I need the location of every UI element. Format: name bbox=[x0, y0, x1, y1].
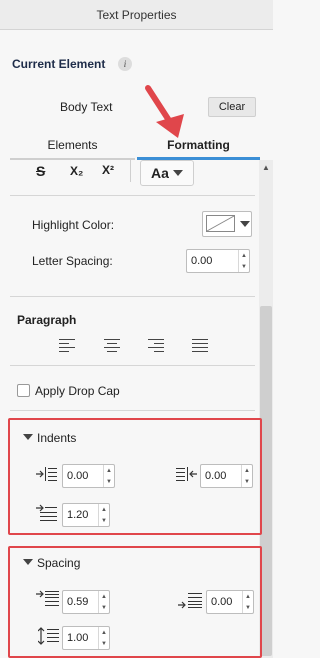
collapse-triangle-icon[interactable] bbox=[23, 434, 33, 440]
right-indent-stepper[interactable]: 0.00 ▲ ▼ bbox=[200, 464, 253, 488]
highlight-label: Highlight Color: bbox=[32, 218, 115, 232]
divider bbox=[10, 296, 255, 297]
panel-title: Text Properties bbox=[0, 0, 273, 30]
line-spacing-value[interactable]: 1.00 bbox=[63, 627, 98, 649]
text-case-icon: Aa bbox=[151, 165, 169, 181]
decrement-icon[interactable]: ▼ bbox=[99, 602, 109, 613]
space-before-value[interactable]: 0.59 bbox=[63, 591, 98, 613]
highlight-color-picker[interactable] bbox=[202, 211, 252, 237]
element-name: Body Text bbox=[60, 100, 113, 114]
first-line-indent-value[interactable]: 1.20 bbox=[63, 504, 98, 526]
increment-icon[interactable]: ▲ bbox=[99, 591, 109, 602]
space-after-stepper[interactable]: 0.00 ▲ ▼ bbox=[206, 590, 254, 614]
tab-underline bbox=[10, 158, 135, 160]
tab-formatting[interactable]: Formatting bbox=[137, 134, 260, 156]
decrement-icon[interactable]: ▼ bbox=[99, 515, 109, 526]
letter-spacing-stepper[interactable]: 0.00 ▲ ▼ bbox=[186, 249, 250, 273]
decrement-icon[interactable]: ▼ bbox=[243, 602, 253, 613]
increment-icon[interactable]: ▲ bbox=[239, 250, 249, 261]
toolbar-divider bbox=[130, 160, 131, 182]
space-after-value[interactable]: 0.00 bbox=[207, 591, 242, 613]
space-before-stepper[interactable]: 0.59 ▲ ▼ bbox=[62, 590, 110, 614]
first-line-indent-icon bbox=[36, 504, 57, 521]
increment-icon[interactable]: ▲ bbox=[99, 504, 109, 515]
increment-icon[interactable]: ▲ bbox=[242, 465, 252, 476]
first-line-indent-stepper[interactable]: 1.20 ▲ ▼ bbox=[62, 503, 110, 527]
chevron-down-icon bbox=[240, 221, 250, 227]
collapse-triangle-icon[interactable] bbox=[23, 559, 33, 565]
chevron-down-icon bbox=[172, 170, 183, 176]
no-color-swatch-icon bbox=[206, 215, 235, 232]
increment-icon[interactable]: ▲ bbox=[99, 627, 109, 638]
indents-heading: Indents bbox=[37, 431, 77, 445]
paragraph-heading: Paragraph bbox=[17, 313, 77, 327]
clear-button[interactable]: Clear bbox=[208, 97, 256, 117]
text-case-dropdown[interactable]: Aa bbox=[140, 160, 194, 186]
annotation-arrow-icon bbox=[145, 85, 184, 138]
spacing-heading: Spacing bbox=[37, 556, 81, 570]
strikethrough-icon[interactable]: S bbox=[36, 163, 45, 179]
scroll-up-icon[interactable]: ▲ bbox=[262, 163, 270, 172]
align-right-icon[interactable] bbox=[148, 338, 164, 352]
divider bbox=[10, 195, 255, 196]
tab-elements[interactable]: Elements bbox=[10, 134, 135, 156]
decrement-icon[interactable]: ▼ bbox=[104, 476, 114, 487]
space-before-icon bbox=[36, 590, 59, 606]
decrement-icon[interactable]: ▼ bbox=[239, 261, 249, 272]
drop-cap-checkbox[interactable] bbox=[17, 384, 30, 397]
align-justify-icon[interactable] bbox=[192, 338, 208, 352]
decrement-icon[interactable]: ▼ bbox=[242, 476, 252, 487]
divider bbox=[10, 365, 255, 366]
align-center-icon[interactable] bbox=[104, 338, 120, 352]
left-indent-value[interactable]: 0.00 bbox=[63, 465, 103, 487]
left-indent-stepper[interactable]: 0.00 ▲ ▼ bbox=[62, 464, 115, 488]
space-after-icon bbox=[178, 593, 202, 609]
align-left-icon[interactable] bbox=[59, 338, 75, 352]
decrement-icon[interactable]: ▼ bbox=[99, 638, 109, 649]
info-icon[interactable]: i bbox=[118, 57, 132, 71]
letter-spacing-value[interactable]: 0.00 bbox=[187, 250, 238, 272]
letter-spacing-label: Letter Spacing: bbox=[32, 254, 113, 268]
divider bbox=[10, 410, 255, 411]
line-spacing-icon bbox=[38, 627, 59, 645]
line-spacing-stepper[interactable]: 1.00 ▲ ▼ bbox=[62, 626, 110, 650]
right-indent-icon bbox=[176, 467, 197, 481]
subscript-button[interactable]: X₂ bbox=[70, 164, 83, 178]
superscript-button[interactable]: X² bbox=[102, 163, 114, 177]
increment-icon[interactable]: ▲ bbox=[243, 591, 253, 602]
drop-cap-label: Apply Drop Cap bbox=[35, 384, 120, 398]
right-indent-value[interactable]: 0.00 bbox=[201, 465, 241, 487]
increment-icon[interactable]: ▲ bbox=[104, 465, 114, 476]
left-indent-icon bbox=[36, 467, 57, 481]
current-element-heading: Current Element bbox=[12, 57, 106, 71]
